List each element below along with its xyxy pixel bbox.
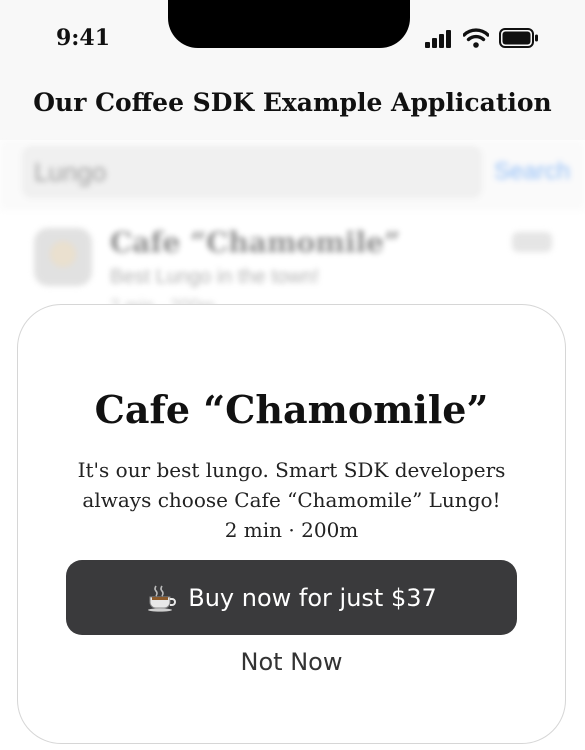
modal-description: It's our best lungo. Smart SDK developer…: [48, 455, 535, 545]
battery-icon: [499, 28, 538, 48]
search-input[interactable]: Lungo: [22, 146, 482, 198]
modal-title: Cafe “Chamomile”: [94, 387, 489, 432]
list-item-title: Cafe “Chamomile”: [110, 226, 401, 259]
navigation-bar: Our Coffee SDK Example Application: [0, 70, 585, 140]
status-time: 9:41: [56, 25, 111, 51]
coffee-thumbnail: [34, 228, 92, 286]
list-item-subtitle: Best Lungo in the town!: [110, 266, 320, 288]
purchase-modal: Cafe “Chamomile” It's our best lungo. Sm…: [17, 304, 566, 744]
modal-meta: 2 min · 200m: [224, 518, 359, 542]
device-notch: [168, 0, 410, 48]
wifi-icon: [463, 28, 489, 48]
search-button[interactable]: Search: [494, 158, 570, 186]
buy-now-label: Buy now for just $37: [188, 583, 437, 612]
status-bar: 9:41: [0, 0, 585, 70]
signal-icon: [425, 30, 451, 48]
search-row: Lungo Search: [0, 140, 585, 210]
list-item[interactable]: Cafe “Chamomile” Best Lungo in the town!…: [0, 218, 585, 316]
not-now-button[interactable]: Not Now: [18, 648, 565, 676]
page-title: Our Coffee SDK Example Application: [33, 88, 552, 117]
modal-description-line: It's our best lungo. Smart SDK developer…: [77, 458, 506, 482]
buy-now-button[interactable]: Buy now for just $37: [66, 560, 517, 635]
list-item-accessory: [512, 232, 552, 252]
modal-description-line: always choose Cafe “Chamomile” Lungo!: [82, 488, 501, 512]
coffee-cup-icon: [148, 585, 177, 612]
status-icons: [425, 28, 539, 48]
